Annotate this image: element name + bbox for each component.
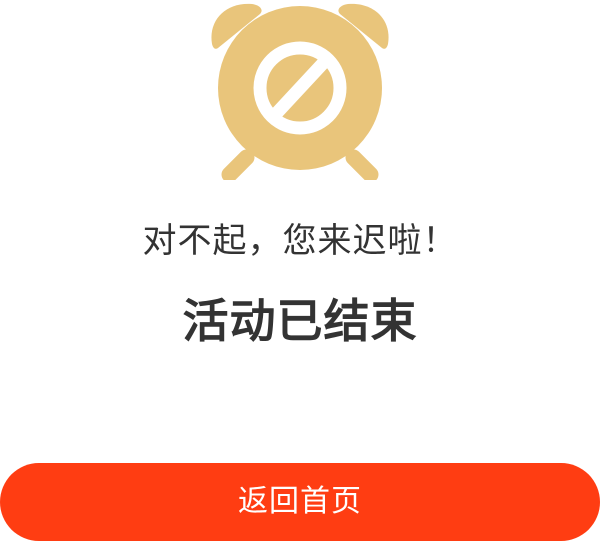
status-illustration — [0, 0, 600, 180]
back-to-home-button[interactable]: 返回首页 — [0, 463, 600, 541]
apology-text: 对不起，您来迟啦！ — [142, 221, 458, 261]
event-ended-title: 活动已结束 — [182, 294, 418, 348]
alarm-clock-forbidden-icon — [211, 3, 389, 180]
